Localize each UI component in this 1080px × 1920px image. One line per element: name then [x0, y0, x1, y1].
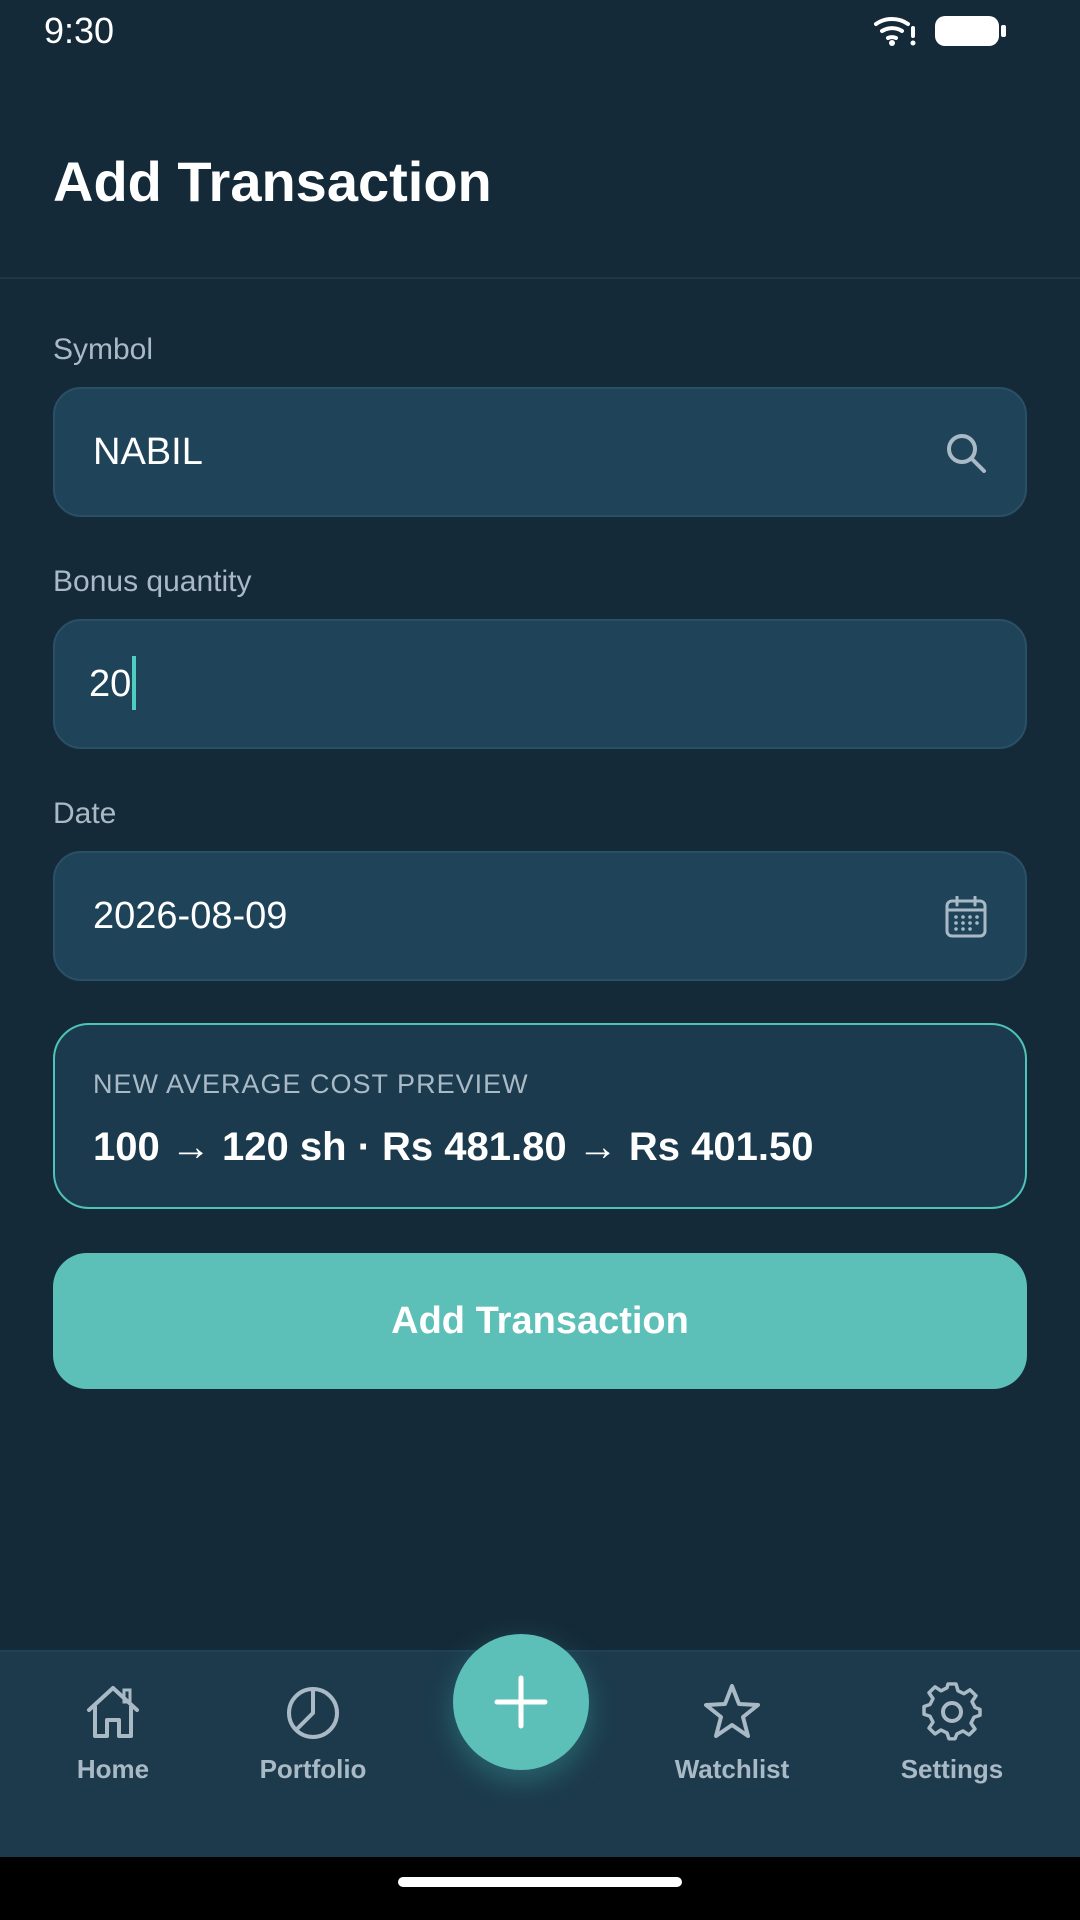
- symbol-value: NABIL: [93, 431, 203, 473]
- wifi-icon: [874, 16, 916, 46]
- preview-value: 100 → 120 sh · Rs 481.80 → Rs 401.50: [93, 1125, 814, 1169]
- bonus-quantity-input[interactable]: 20: [53, 619, 1027, 749]
- preview-label: NEW AVERAGE COST PREVIEW: [93, 1069, 529, 1099]
- nav-item-settings[interactable]: Settings: [872, 1682, 1032, 1812]
- date-input[interactable]: 2026-08-09: [53, 851, 1027, 981]
- add-transaction-button[interactable]: Add Transaction: [53, 1253, 1027, 1389]
- date-label: Date: [53, 797, 117, 830]
- bonus-quantity-value: 20: [89, 663, 132, 705]
- bonus-quantity-label: Bonus quantity: [53, 565, 252, 598]
- average-cost-preview-card: NEW AVERAGE COST PREVIEW 100 → 120 sh · …: [53, 1023, 1027, 1209]
- nav-label-watchlist: Watchlist: [674, 1754, 790, 1784]
- pie-chart-icon: [287, 1687, 339, 1739]
- search-icon[interactable]: [945, 432, 987, 474]
- nav-item-watchlist[interactable]: Watchlist: [652, 1682, 812, 1812]
- gesture-bar: [0, 1857, 1080, 1920]
- nav-label-settings: Settings: [900, 1754, 1004, 1784]
- page-title: Add Transaction: [53, 150, 492, 213]
- symbol-input[interactable]: NABIL: [53, 387, 1027, 517]
- nav-label-portfolio: Portfolio: [259, 1754, 367, 1784]
- calendar-icon[interactable]: [945, 896, 987, 938]
- star-icon: [704, 1684, 760, 1738]
- nav-item-portfolio[interactable]: Portfolio: [233, 1682, 393, 1812]
- battery-icon: [935, 16, 1006, 46]
- nav-label-home: Home: [76, 1754, 150, 1784]
- status-time: 9:30: [44, 10, 115, 51]
- add-transaction-screen: 9:30 Add Transaction Symbol NABIL Bonus …: [0, 0, 1080, 1920]
- header: Add Transaction: [0, 60, 1080, 279]
- home-icon: [87, 1686, 139, 1738]
- nav-item-home[interactable]: Home: [33, 1682, 193, 1812]
- text-cursor: [132, 655, 137, 710]
- plus-icon: [494, 1675, 548, 1729]
- gear-icon: [922, 1682, 982, 1741]
- add-fab-button[interactable]: [453, 1634, 589, 1770]
- bonus-quantity-value-wrap: 20: [89, 621, 137, 747]
- symbol-label: Symbol: [53, 333, 154, 366]
- date-value: 2026-08-09: [93, 895, 288, 937]
- status-bar: 9:30: [0, 0, 1080, 60]
- home-indicator[interactable]: [398, 1877, 682, 1887]
